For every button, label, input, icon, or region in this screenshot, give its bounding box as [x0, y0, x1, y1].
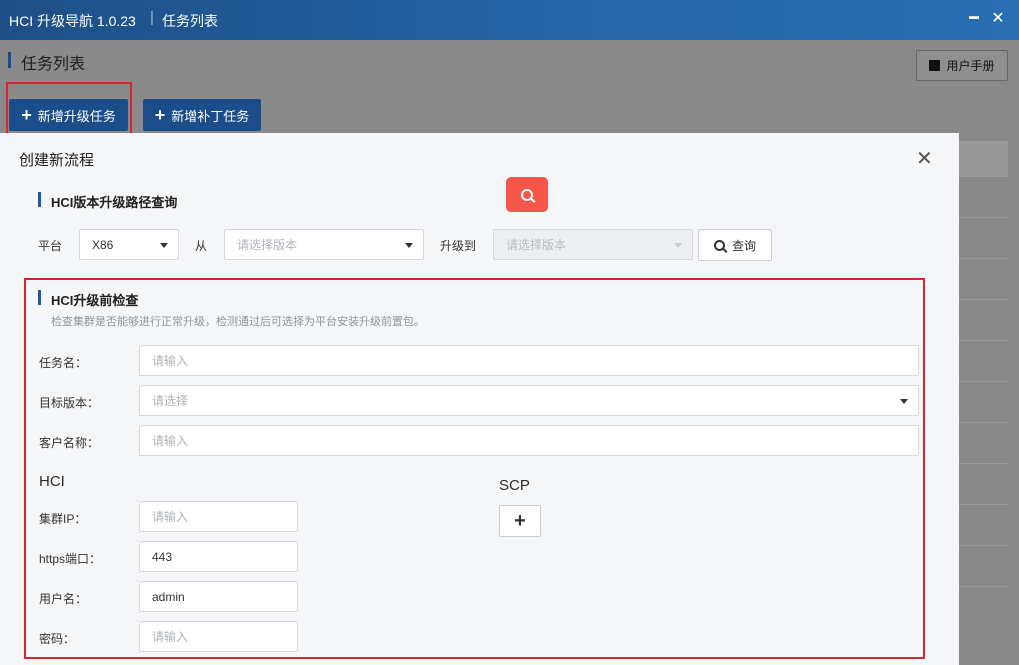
to-version-placeholder: 请选择版本	[506, 238, 567, 252]
scp-heading: SCP	[499, 477, 530, 494]
user-manual-label: 用户手册	[946, 59, 995, 73]
section-accent	[38, 192, 41, 207]
hci-heading: HCI	[39, 473, 65, 490]
precheck-title: HCI升级前检查	[51, 293, 139, 308]
user-manual-button[interactable]: 用户手册	[916, 50, 1008, 81]
plus-icon: +	[154, 105, 166, 125]
add-patch-task-button[interactable]: + 新增补丁任务	[143, 99, 261, 131]
password-input[interactable]: 请输入	[139, 621, 298, 652]
username-input[interactable]: admin	[139, 581, 298, 612]
customer-name-input[interactable]: 请输入	[139, 425, 919, 456]
table-row-divider	[958, 422, 1008, 423]
from-version-placeholder: 请选择版本	[237, 238, 298, 252]
customer-name-placeholder: 请输入	[152, 434, 189, 448]
book-icon	[929, 60, 941, 71]
minimize-button[interactable]: ━	[965, 10, 983, 28]
app-title: HCI 升级导航 1.0.23	[9, 13, 136, 29]
task-name-label: 任务名：	[39, 356, 88, 370]
target-version-select[interactable]: 请选择	[139, 385, 919, 416]
cluster-ip-label: 集群IP：	[39, 512, 87, 526]
floating-search-button[interactable]	[506, 177, 548, 212]
username-label: 用户名：	[39, 592, 88, 606]
https-port-input[interactable]: 443	[139, 541, 298, 572]
table-row-divider	[958, 504, 1008, 505]
table-row-divider	[958, 586, 1008, 587]
search-icon	[521, 188, 533, 201]
table-row-divider	[958, 463, 1008, 464]
title-separator: |	[150, 9, 154, 26]
table-row-divider	[958, 545, 1008, 546]
section-accent	[38, 290, 41, 305]
cluster-ip-input[interactable]: 请输入	[139, 501, 298, 532]
https-port-value: 443	[152, 549, 173, 564]
from-label: 从	[195, 239, 208, 253]
highlight-frame	[6, 82, 132, 138]
plus-icon: +	[514, 509, 526, 532]
caret-down-icon	[900, 399, 908, 404]
platform-label: 平台	[38, 239, 63, 253]
page-title: 任务列表	[21, 56, 86, 73]
window-close-button[interactable]: ✕	[989, 10, 1007, 28]
table-row-divider	[958, 381, 1008, 382]
query-button[interactable]: 查询	[698, 229, 772, 261]
add-patch-task-label: 新增补丁任务	[171, 108, 250, 124]
window-page-title: 任务列表	[162, 13, 218, 29]
platform-value: X86	[92, 237, 114, 252]
task-name-input[interactable]: 请输入	[139, 345, 919, 376]
table-row-divider	[958, 258, 1008, 259]
precheck-description: 检查集群是否能够进行正常升级，检测通过后可选择为平台安装升级前置包。	[51, 316, 425, 328]
target-version-label: 目标版本：	[39, 396, 100, 410]
password-label: 密码：	[39, 632, 76, 646]
to-label: 升级到	[440, 239, 477, 253]
dialog-title: 创建新流程	[19, 152, 95, 169]
dialog-close-button[interactable]: ✕	[916, 146, 933, 171]
path-query-title: HCI版本升级路径查询	[51, 195, 178, 210]
title-bar: HCI 升级导航 1.0.23 | 任务列表 ━ ✕	[0, 0, 1019, 40]
caret-down-icon	[405, 243, 413, 248]
platform-select[interactable]: X86	[79, 229, 179, 260]
caret-down-icon	[674, 243, 682, 248]
create-flow-dialog: 创建新流程 ✕ HCI版本升级路径查询 平台 X86 从 请选择版本 升级到 请…	[0, 133, 959, 665]
table-row-divider	[958, 217, 1008, 218]
caret-down-icon	[160, 243, 168, 248]
password-placeholder: 请输入	[152, 630, 189, 644]
username-value: admin	[152, 589, 185, 604]
table-header	[958, 141, 1008, 177]
from-version-select[interactable]: 请选择版本	[224, 229, 424, 260]
customer-name-label: 客户名称：	[39, 436, 100, 450]
task-name-placeholder: 请输入	[152, 354, 189, 368]
table-row-divider	[958, 299, 1008, 300]
query-label: 查询	[731, 238, 756, 253]
add-scp-button[interactable]: +	[499, 505, 541, 537]
target-version-placeholder: 请选择	[152, 394, 189, 408]
cluster-ip-placeholder: 请输入	[152, 510, 189, 524]
search-icon	[713, 239, 725, 251]
to-version-select[interactable]: 请选择版本	[493, 229, 693, 260]
heading-accent	[8, 52, 11, 68]
https-port-label: https端口：	[39, 552, 102, 566]
table-row-divider	[958, 340, 1008, 341]
